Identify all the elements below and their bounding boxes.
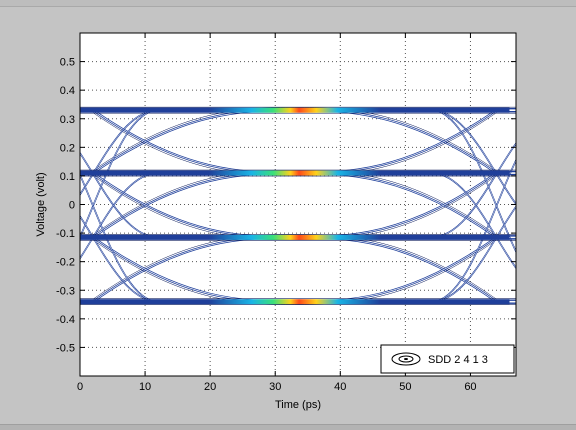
y-tick-labels: -0.5 -0.4 -0.3 -0.2 -0.1 0 0.1 0.2 0.3 0.4 0.5 (56, 57, 75, 355)
figure-window: 0 10 20 30 40 50 60 -0.5 -0.4 -0.3 -0.2 -0.1 0 0.1 0.… (0, 0, 576, 430)
legend-contour-dot (404, 358, 408, 360)
y-tick-label: 0.5 (60, 57, 75, 69)
x-tick-label: 0 (77, 381, 83, 393)
y-tick-label: -0.4 (56, 314, 75, 326)
y-tick-label: 0.3 (60, 114, 75, 126)
y-tick-label: -0.3 (56, 285, 75, 297)
y-tick-label: 0.1 (60, 171, 75, 183)
x-tick-label: 30 (269, 381, 281, 393)
level-band-heat (80, 234, 510, 240)
y-tick-label: 0.4 (60, 85, 75, 97)
y-tick-label: -0.5 (56, 342, 75, 354)
level-band-heat (80, 107, 510, 113)
y-axis-label: Voltage (volt) (35, 172, 47, 236)
x-tick-label: 40 (334, 381, 346, 393)
eye-diagram-plot: 0 10 20 30 40 50 60 -0.5 -0.4 -0.3 -0.2 -0.1 0 0.1 0.… (35, 32, 517, 411)
y-tick-label: -0.1 (56, 228, 75, 240)
x-axis-label: Time (ps) (275, 399, 321, 411)
legend: SDD 2 4 1 3 (380, 344, 515, 374)
x-tick-label: 60 (464, 381, 476, 393)
level-band-heat (80, 299, 510, 305)
legend-entry-label: SDD 2 4 1 3 (428, 354, 488, 366)
y-tick-label: 0 (69, 200, 75, 212)
x-tick-label: 20 (204, 381, 216, 393)
x-tick-label: 10 (139, 381, 151, 393)
x-tick-label: 50 (399, 381, 411, 393)
level-band-heat (80, 170, 510, 176)
y-tick-label: 0.2 (60, 142, 75, 154)
frame-bottom-edge (0, 424, 576, 430)
y-tick-label: -0.2 (56, 257, 75, 269)
x-tick-labels: 0 10 20 30 40 50 60 (77, 381, 477, 393)
